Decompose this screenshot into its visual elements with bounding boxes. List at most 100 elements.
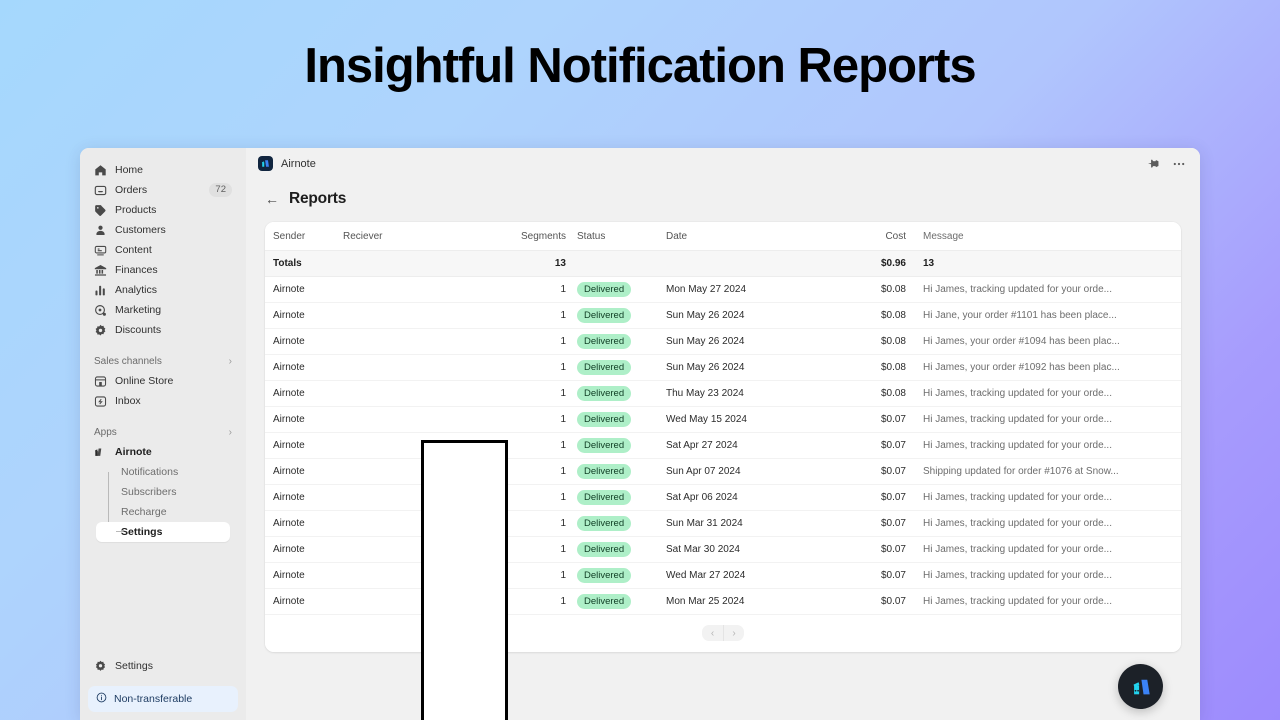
cell-cost: $0.08 [856,354,914,381]
column-header-status[interactable]: Status [575,222,666,251]
cell-segments: 1 [508,380,575,407]
marketing-icon [94,304,107,317]
cell-status: Delivered [575,406,666,433]
sidebar-item-label: Notifications [121,466,179,478]
back-arrow-icon[interactable]: ← [265,192,279,206]
table-row[interactable]: Airnote 1 Delivered Mon Mar 25 2024 $0.07 Hi … [265,588,1181,615]
totals-date [666,250,856,277]
table-row[interactable]: Airnote 1 Delivered Mon May 27 2024 $0.08 Hi … [265,276,1181,303]
column-header-sender[interactable]: Sender [265,222,343,251]
main-content: Airnote ← Reports Sender Reciever Segmen… [246,148,1200,720]
sidebar-item-label: Finances [115,264,158,276]
cell-sender: Airnote [265,406,343,433]
cell-message: Hi James, tracking updated for your orde… [914,562,1181,589]
status-badge: Delivered [577,308,632,323]
status-badge: Delivered [577,282,632,297]
cell-message: Hi James, tracking updated for your orde… [914,432,1181,459]
table-header-row: Sender Reciever Segments Status Date Cos… [265,222,1181,251]
reports-table-card: Sender Reciever Segments Status Date Cos… [265,222,1181,652]
sidebar-item-marketing[interactable]: Marketing [88,300,238,320]
cell-sender: Airnote [265,380,343,407]
cell-status: Delivered [575,510,666,537]
cell-segments: 1 [508,432,575,459]
table-row[interactable]: Airnote 1 Delivered Sun Apr 07 2024 $0.07 Shi… [265,458,1181,485]
orders-icon [94,184,107,197]
pagination-next-button[interactable]: › [723,625,744,641]
sidebar-item-inbox[interactable]: Inbox [88,391,238,411]
sidebar-item-subscribers[interactable]: Subscribers [96,482,230,502]
pin-icon[interactable] [1148,158,1160,170]
table-header: Sender Reciever Segments Status Date Cos… [265,222,1181,251]
pagination-prev-button[interactable]: ‹ [702,625,723,641]
cell-segments: 1 [508,536,575,563]
sidebar-item-customers[interactable]: Customers [88,220,238,240]
cell-cost: $0.07 [856,562,914,589]
cell-cost: $0.08 [856,380,914,407]
cell-sender: Airnote [265,562,343,589]
sidebar-item-label: Content [115,244,152,256]
sidebar-item-recharge[interactable]: Recharge [96,502,230,522]
apps-label: Apps [94,426,117,438]
table-row[interactable]: Airnote 1 Delivered Sun Mar 31 2024 $0.07 Hi … [265,510,1181,537]
table-row[interactable]: Airnote 1 Delivered Sat Mar 30 2024 $0.07 Hi … [265,536,1181,563]
cell-segments: 1 [508,354,575,381]
sidebar-item-content[interactable]: Content [88,240,238,260]
more-options-icon[interactable] [1172,157,1186,171]
table-row[interactable]: Airnote 1 Delivered Sun May 26 2024 $0.08 Hi … [265,302,1181,329]
sidebar-item-settings-airnote[interactable]: Settings [96,522,230,542]
cell-date: Mon May 27 2024 [666,276,856,303]
non-transferable-banner[interactable]: Non-transferable [88,686,238,712]
status-badge: Delivered [577,464,632,479]
sidebar-item-label: Customers [115,224,166,236]
table-row[interactable]: Airnote 1 Delivered Sun May 26 2024 $0.08 Hi … [265,328,1181,355]
cell-status: Delivered [575,536,666,563]
reports-page: ← Reports Sender Reciever Segments Statu… [246,179,1200,720]
sidebar-item-notifications[interactable]: Notifications [96,462,230,482]
column-header-date[interactable]: Date [666,222,856,251]
sidebar-item-airnote[interactable]: Airnote [88,442,238,462]
cell-status: Delivered [575,562,666,589]
cell-cost: $0.07 [856,458,914,485]
sidebar-item-label: Products [115,204,157,216]
sidebar-item-settings[interactable]: Settings [88,656,238,676]
column-header-message[interactable]: Message [914,222,1181,251]
sales-channels-header[interactable]: Sales channels › [80,351,246,371]
sidebar-item-products[interactable]: Products [88,200,238,220]
cell-reciever [343,406,508,433]
sidebar-item-analytics[interactable]: Analytics [88,280,238,300]
totals-status [575,250,666,277]
cell-cost: $0.07 [856,484,914,511]
sidebar-item-home[interactable]: Home [88,160,238,180]
table-row[interactable]: Airnote 1 Delivered Wed Mar 27 2024 $0.07 Hi … [265,562,1181,589]
app-window: Home Orders 72 Products Customers Conten… [80,148,1200,720]
sidebar-item-orders[interactable]: Orders 72 [88,180,238,200]
column-header-segments[interactable]: Segments [508,222,575,251]
reports-table: Sender Reciever Segments Status Date Cos… [265,222,1181,615]
totals-cost: $0.96 [856,250,914,277]
cell-date: Wed Mar 27 2024 [666,562,856,589]
table-row[interactable]: Airnote 1 Delivered Sat Apr 06 2024 $0.07 Hi … [265,484,1181,511]
column-header-cost[interactable]: Cost [856,222,914,251]
airnote-floating-action-button[interactable] [1118,664,1163,709]
table-row[interactable]: Airnote 1 Delivered Sun May 26 2024 $0.08 Hi … [265,354,1181,381]
sidebar-item-discounts[interactable]: Discounts [88,320,238,340]
info-icon [96,692,107,706]
table-row[interactable]: Airnote 1 Delivered Sat Apr 27 2024 $0.07 Hi … [265,432,1181,459]
column-header-reciever[interactable]: Reciever [343,222,508,251]
cell-date: Sun Apr 07 2024 [666,458,856,485]
cell-status: Delivered [575,588,666,615]
sidebar-item-finances[interactable]: Finances [88,260,238,280]
cell-sender: Airnote [265,458,343,485]
table-row[interactable]: Airnote 1 Delivered Wed May 15 2024 $0.07 Hi … [265,406,1181,433]
finances-icon [94,264,107,277]
cell-sender: Airnote [265,588,343,615]
table-row[interactable]: Airnote 1 Delivered Thu May 23 2024 $0.08 Hi … [265,380,1181,407]
sidebar-item-online-store[interactable]: Online Store [88,371,238,391]
cell-cost: $0.08 [856,276,914,303]
sidebar-footer: Settings Non-transferable [80,656,246,720]
apps-header[interactable]: Apps › [80,422,246,442]
cell-date: Thu May 23 2024 [666,380,856,407]
products-icon [94,204,107,217]
pagination: ‹ › [265,615,1181,652]
sidebar-item-label: Recharge [121,506,167,518]
